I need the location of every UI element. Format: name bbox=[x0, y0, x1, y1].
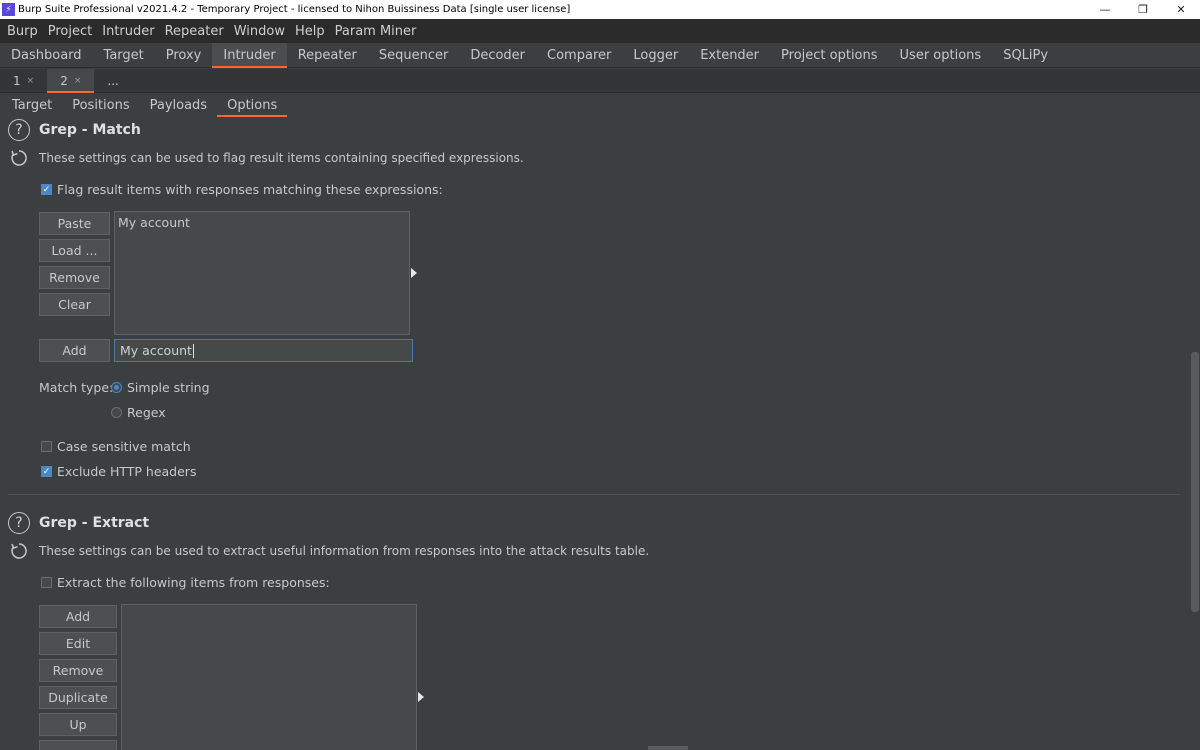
flag-results-label: Flag result items with responses matchin… bbox=[57, 182, 443, 197]
regex-label: Regex bbox=[127, 405, 166, 420]
simple-string-label: Simple string bbox=[127, 380, 210, 395]
tab-user-options[interactable]: User options bbox=[889, 43, 993, 67]
menu-project[interactable]: Project bbox=[43, 24, 97, 39]
main-tab-bar: Dashboard Target Proxy Intruder Repeater… bbox=[0, 43, 1200, 68]
match-type-label: Match type: bbox=[39, 380, 114, 395]
tab-project-options[interactable]: Project options bbox=[770, 43, 889, 67]
expand-arrow-icon[interactable] bbox=[411, 268, 417, 278]
exclude-headers-label: Exclude HTTP headers bbox=[57, 464, 197, 479]
tab-repeater[interactable]: Repeater bbox=[287, 43, 368, 67]
menu-repeater[interactable]: Repeater bbox=[160, 24, 229, 39]
text-cursor bbox=[192, 343, 194, 358]
radio-simple-string[interactable]: Simple string bbox=[111, 380, 210, 395]
close-tab-icon[interactable]: × bbox=[74, 76, 82, 86]
tab-dashboard[interactable]: Dashboard bbox=[0, 43, 93, 67]
flag-results-checkbox[interactable]: ✓ Flag result items with responses match… bbox=[41, 182, 443, 197]
grep-extract-title: Grep - Extract bbox=[39, 515, 150, 531]
help-icon[interactable]: ? bbox=[8, 512, 30, 534]
tab-section-positions[interactable]: Positions bbox=[62, 93, 139, 117]
new-tab-label: ... bbox=[107, 73, 119, 88]
tab-section-payloads[interactable]: Payloads bbox=[140, 93, 217, 117]
radio-regex[interactable]: Regex bbox=[111, 405, 166, 420]
attack-tab-label: 1 bbox=[13, 73, 21, 88]
tab-logger[interactable]: Logger bbox=[622, 43, 689, 67]
title-bar: ⚡ Burp Suite Professional v2021.4.2 - Te… bbox=[0, 0, 1200, 19]
remove-button[interactable]: Remove bbox=[39, 266, 110, 289]
section-tab-bar: Target Positions Payloads Options bbox=[0, 93, 1200, 117]
menu-intruder[interactable]: Intruder bbox=[97, 24, 159, 39]
radio-unselected-icon bbox=[111, 407, 122, 418]
restore-defaults-icon[interactable] bbox=[8, 540, 30, 562]
case-sensitive-checkbox[interactable]: Case sensitive match bbox=[41, 439, 191, 454]
menu-param-miner[interactable]: Param Miner bbox=[330, 24, 422, 39]
clear-button[interactable]: Clear bbox=[39, 293, 110, 316]
menu-help[interactable]: Help bbox=[290, 24, 330, 39]
extract-items-label: Extract the following items from respons… bbox=[57, 575, 330, 590]
match-expressions-list[interactable]: My account bbox=[114, 211, 410, 335]
extract-up-button[interactable]: Up bbox=[39, 713, 117, 736]
add-button[interactable]: Add bbox=[39, 339, 110, 362]
extract-edit-button[interactable]: Edit bbox=[39, 632, 117, 655]
checkbox-icon: ✓ bbox=[41, 466, 52, 477]
restore-defaults-icon[interactable] bbox=[8, 147, 30, 169]
tab-sequencer[interactable]: Sequencer bbox=[368, 43, 459, 67]
tab-sqlipy[interactable]: SQLiPy bbox=[992, 43, 1059, 67]
tab-target[interactable]: Target bbox=[93, 43, 155, 67]
scrollbar-thumb[interactable] bbox=[1191, 352, 1199, 612]
extract-add-button[interactable]: Add bbox=[39, 605, 117, 628]
menu-bar: Burp Project Intruder Repeater Window He… bbox=[0, 19, 1200, 43]
tab-section-options[interactable]: Options bbox=[217, 93, 288, 117]
help-icon[interactable]: ? bbox=[8, 119, 30, 141]
exclude-headers-checkbox[interactable]: ✓ Exclude HTTP headers bbox=[41, 464, 196, 479]
vertical-scrollbar[interactable] bbox=[1190, 117, 1200, 750]
case-sensitive-label: Case sensitive match bbox=[57, 439, 191, 454]
radio-selected-icon bbox=[111, 382, 122, 393]
grep-extract-description: These settings can be used to extract us… bbox=[39, 544, 650, 558]
extract-duplicate-button[interactable]: Duplicate bbox=[39, 686, 117, 709]
checkbox-icon: ✓ bbox=[41, 184, 52, 195]
new-tab-button[interactable]: ... bbox=[94, 69, 131, 92]
match-expression-input[interactable]: My account bbox=[114, 339, 413, 362]
match-expression-value: My account bbox=[120, 343, 192, 358]
attack-tab-label: 2 bbox=[60, 73, 68, 88]
attack-tab-1[interactable]: 1 × bbox=[0, 69, 47, 92]
attack-tab-bar: 1 × 2 × ... bbox=[0, 69, 1200, 93]
burp-logo-icon: ⚡ bbox=[2, 3, 15, 16]
minimize-button[interactable]: — bbox=[1086, 0, 1124, 19]
paste-button[interactable]: Paste bbox=[39, 212, 110, 235]
extract-down-button-partial[interactable] bbox=[39, 740, 117, 750]
horizontal-scrollbar-thumb[interactable] bbox=[648, 746, 688, 750]
tab-extender[interactable]: Extender bbox=[689, 43, 770, 67]
grep-match-title: Grep - Match bbox=[39, 122, 141, 138]
checkbox-icon bbox=[41, 577, 52, 588]
attack-tab-2[interactable]: 2 × bbox=[47, 69, 95, 93]
restore-button[interactable]: ❐ bbox=[1124, 0, 1162, 19]
checkbox-icon bbox=[41, 441, 52, 452]
section-divider bbox=[8, 494, 1180, 495]
tab-proxy[interactable]: Proxy bbox=[155, 43, 213, 67]
extract-items-list[interactable] bbox=[121, 604, 417, 750]
list-item[interactable]: My account bbox=[115, 212, 409, 233]
load-button[interactable]: Load ... bbox=[39, 239, 110, 262]
close-tab-icon[interactable]: × bbox=[27, 76, 35, 86]
menu-burp[interactable]: Burp bbox=[2, 24, 43, 39]
tab-intruder[interactable]: Intruder bbox=[212, 43, 288, 68]
extract-remove-button[interactable]: Remove bbox=[39, 659, 117, 682]
tab-decoder[interactable]: Decoder bbox=[459, 43, 536, 67]
grep-match-description: These settings can be used to flag resul… bbox=[39, 151, 524, 165]
window-title: Burp Suite Professional v2021.4.2 - Temp… bbox=[18, 4, 571, 15]
extract-items-checkbox[interactable]: Extract the following items from respons… bbox=[41, 575, 330, 590]
expand-arrow-icon[interactable] bbox=[418, 692, 424, 702]
close-button[interactable]: ✕ bbox=[1162, 0, 1200, 19]
tab-comparer[interactable]: Comparer bbox=[536, 43, 622, 67]
tab-section-target[interactable]: Target bbox=[2, 93, 62, 117]
options-panel: ? Grep - Match These settings can be use… bbox=[0, 117, 1190, 750]
menu-window[interactable]: Window bbox=[229, 24, 290, 39]
